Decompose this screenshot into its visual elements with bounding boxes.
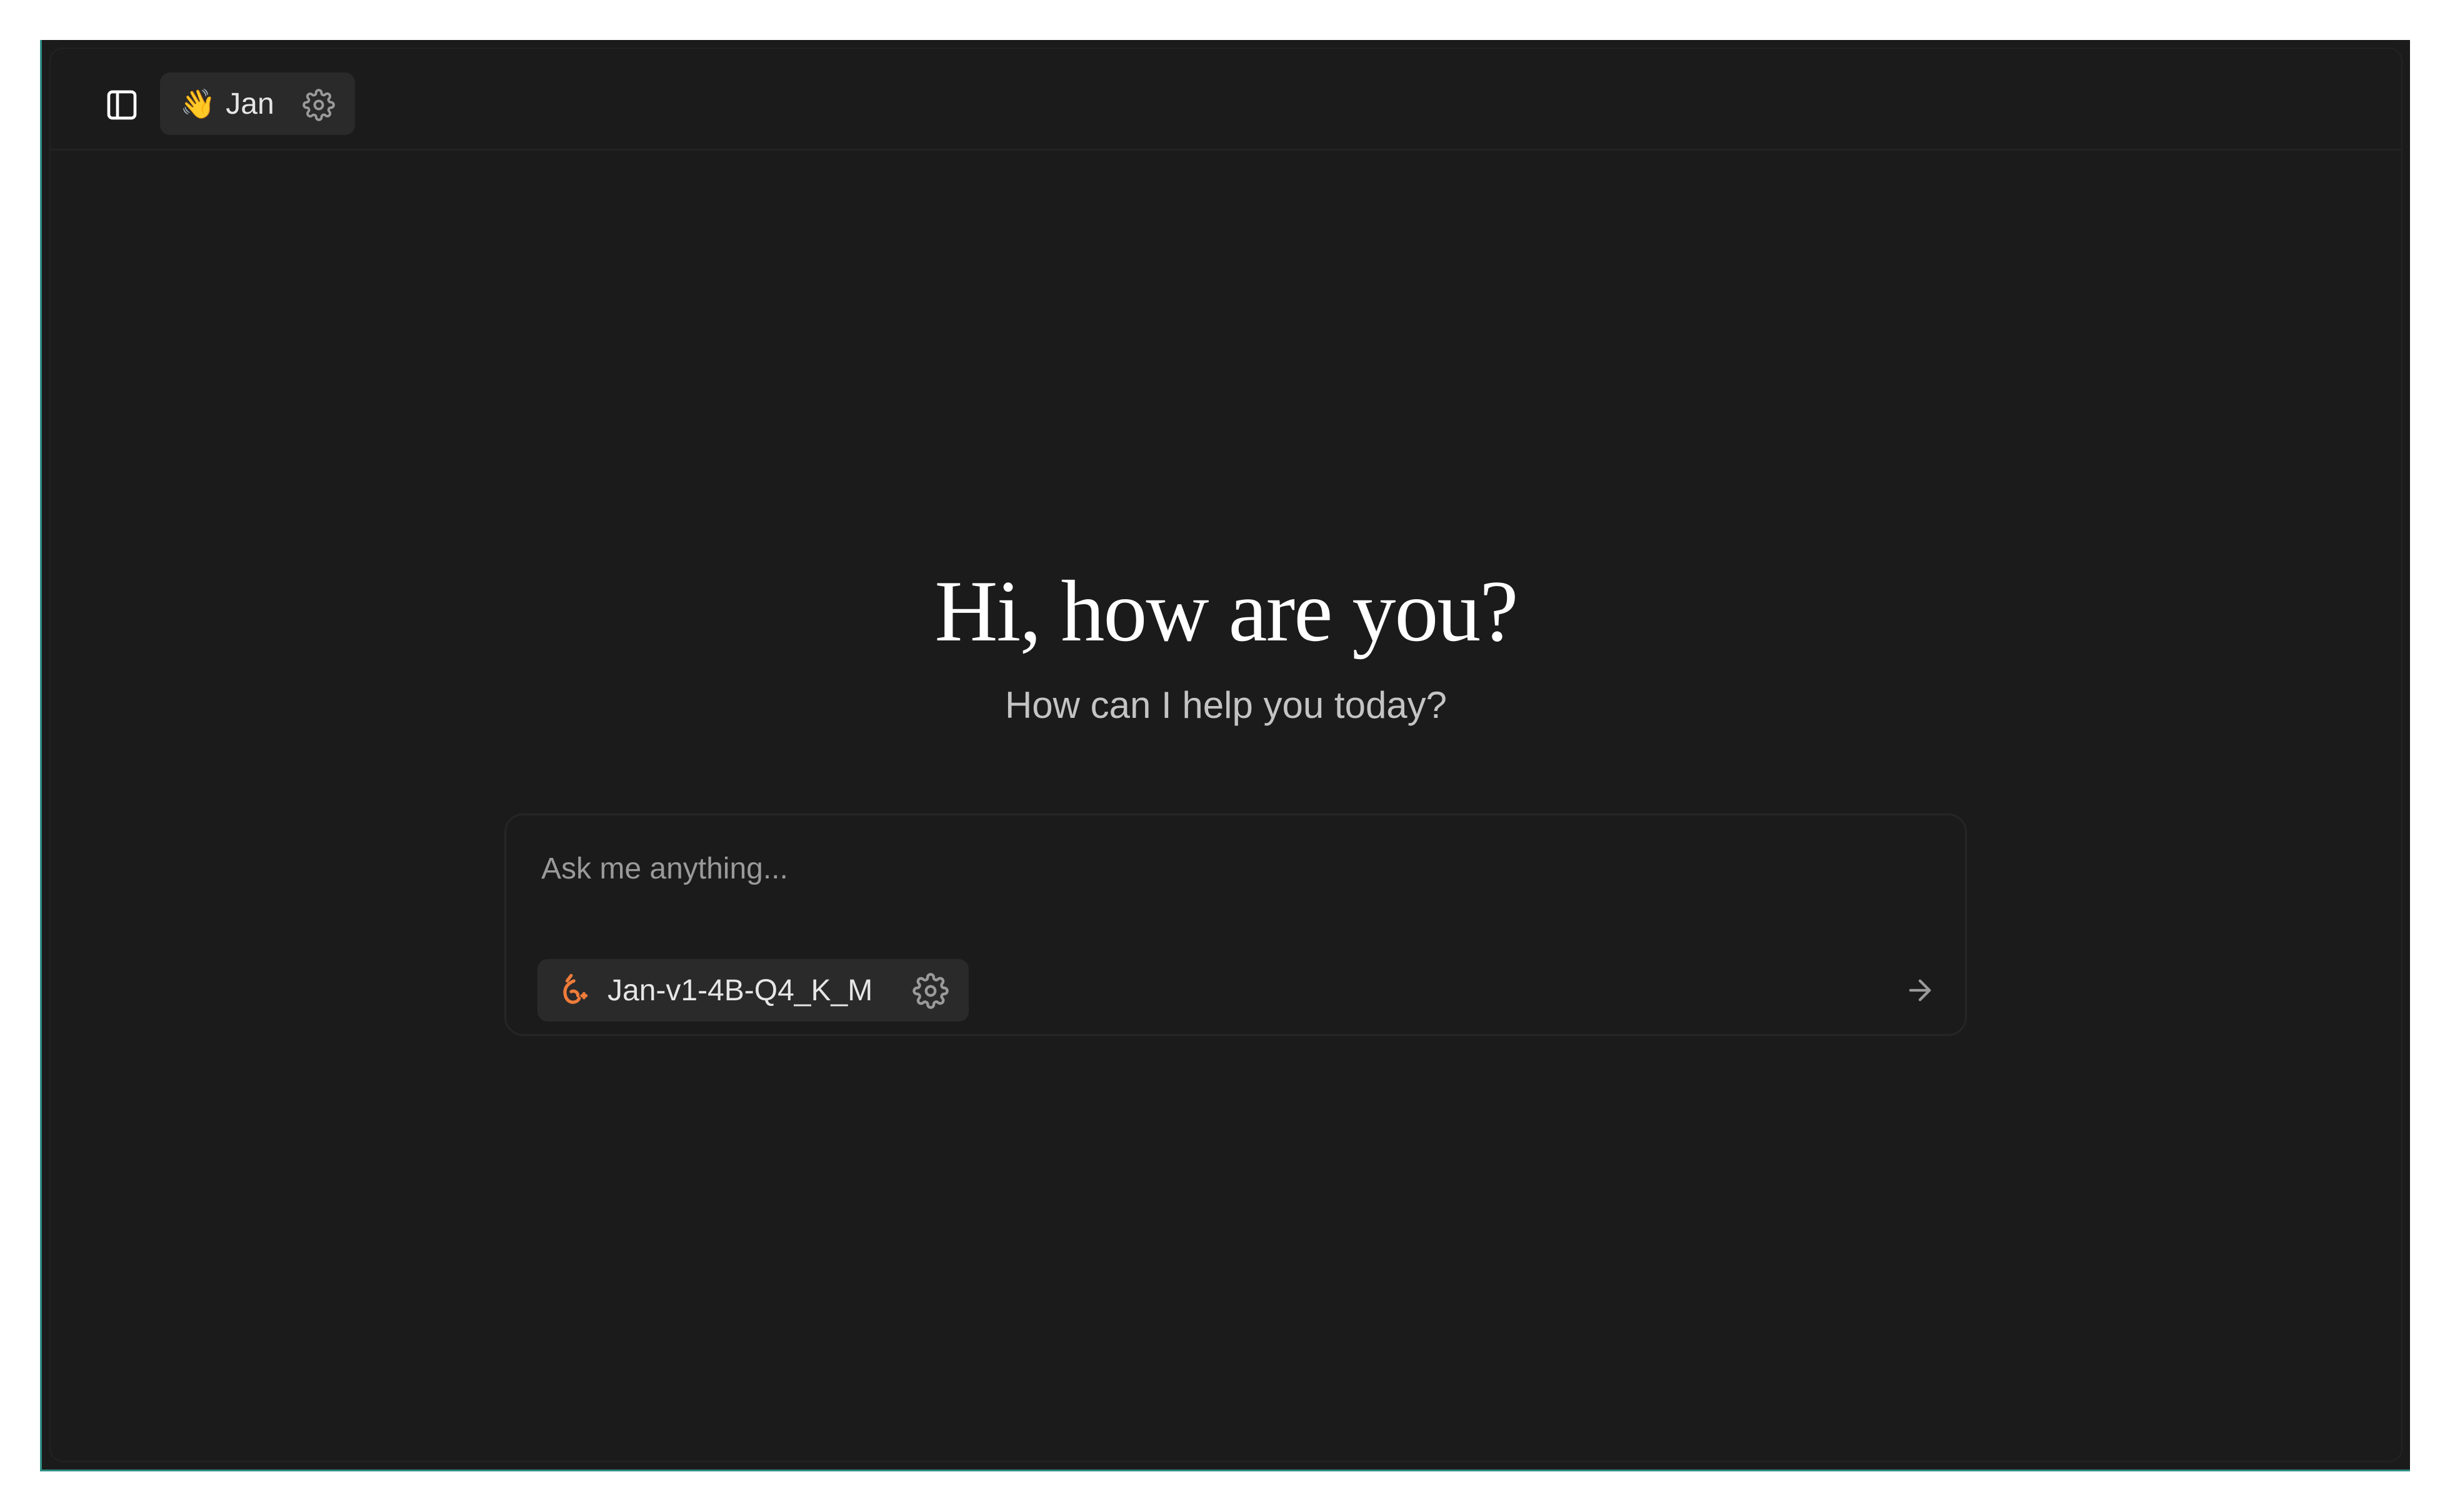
send-button[interactable] — [1900, 970, 1940, 1010]
gear-icon[interactable] — [912, 973, 949, 1009]
assistant-selector-button[interactable]: 👋 Jan — [160, 72, 355, 135]
main-panel: 👋 Jan Hi, how are you? How can I help yo… — [49, 47, 2402, 1462]
assistant-name: Jan — [226, 87, 274, 121]
greeting-subtitle: How can I help you today? — [1004, 684, 1448, 726]
chat-composer: Jan-v1-4B-Q4_K_M — [504, 813, 1967, 1036]
sidebar-panel-icon — [107, 90, 137, 120]
top-bar: 👋 Jan — [51, 49, 2401, 151]
model-selector-button[interactable]: Jan-v1-4B-Q4_K_M — [538, 959, 969, 1022]
chat-input[interactable] — [541, 840, 1916, 897]
model-name: Jan-v1-4B-Q4_K_M — [608, 973, 873, 1007]
waving-hand-icon: 👋 — [180, 87, 216, 121]
app-window: 👋 Jan Hi, how are you? How can I help yo… — [40, 40, 2410, 1471]
greeting-title: Hi, how are you? — [934, 563, 1518, 660]
sidebar-toggle-button[interactable] — [101, 84, 143, 126]
gear-icon[interactable] — [302, 89, 335, 121]
jan-logo-icon — [563, 973, 588, 1004]
arrow-right-icon — [1909, 979, 1931, 1002]
